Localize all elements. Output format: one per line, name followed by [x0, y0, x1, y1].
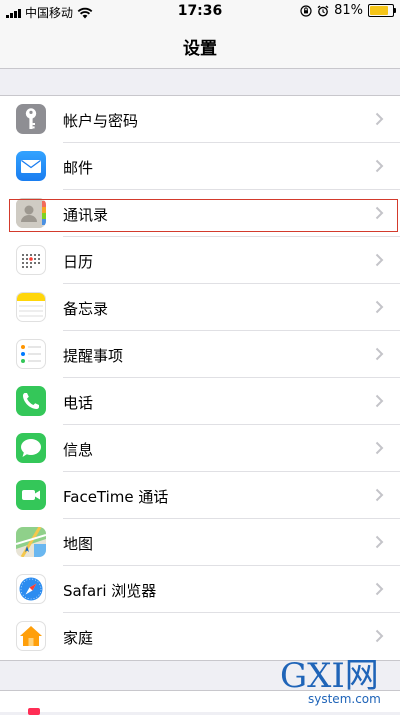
notes-icon: [16, 292, 46, 322]
chevron-right-icon: [375, 253, 384, 267]
settings-label: 日历: [63, 253, 94, 271]
settings-label: Safari 浏览器: [63, 582, 157, 600]
settings-label: 提醒事项: [63, 347, 124, 365]
chevron-right-icon: [375, 300, 384, 314]
settings-row-notes[interactable]: 备忘录: [0, 284, 400, 331]
settings-row-facetime[interactable]: FaceTime 通话: [0, 472, 400, 519]
settings-label: 家庭: [63, 629, 94, 647]
page-title: 设置: [183, 39, 217, 59]
status-bar: 中国移动 17:36 81%: [0, 0, 400, 24]
chevron-right-icon: [375, 535, 384, 549]
facetime-icon: [16, 480, 46, 510]
battery-icon: [368, 4, 396, 17]
chevron-right-icon: [375, 206, 384, 220]
reminders-icon: [16, 339, 46, 369]
chevron-right-icon: [375, 441, 384, 455]
watermark-site: system.com: [308, 692, 381, 706]
maps-icon: [16, 527, 46, 557]
chevron-right-icon: [375, 347, 384, 361]
settings-row-accounts[interactable]: 帐户与密码: [0, 96, 400, 143]
settings-label: 帐户与密码: [63, 112, 139, 130]
settings-list: 帐户与密码 邮件 通讯录 日历 备忘录 提醒事项 电话 信息 FaceTime …: [0, 95, 400, 661]
chevron-right-icon: [375, 159, 384, 173]
mail-icon: [16, 151, 46, 181]
partial-app-icon: [28, 708, 40, 715]
settings-label: FaceTime 通话: [63, 488, 169, 506]
settings-row-mail[interactable]: 邮件: [0, 143, 400, 190]
status-right: 81%: [300, 3, 396, 18]
settings-label: 信息: [63, 441, 94, 459]
settings-row-safari[interactable]: Safari 浏览器: [0, 566, 400, 613]
calendar-icon: [16, 245, 46, 275]
messages-icon: [16, 433, 46, 463]
watermark-logo: GXI网 system.com: [280, 656, 381, 706]
navigation-bar: 设置: [0, 24, 400, 69]
settings-label: 地图: [63, 535, 94, 553]
settings-label: 备忘录: [63, 300, 109, 318]
chevron-right-icon: [375, 629, 384, 643]
settings-row-messages[interactable]: 信息: [0, 425, 400, 472]
settings-row-phone[interactable]: 电话: [0, 378, 400, 425]
phone-icon: [16, 386, 46, 416]
settings-row-reminders[interactable]: 提醒事项: [0, 331, 400, 378]
key-icon: [16, 104, 46, 134]
rotation-lock-icon: [300, 4, 312, 17]
safari-icon: [16, 574, 46, 604]
alarm-icon: [317, 4, 329, 16]
settings-label: 邮件: [63, 159, 94, 177]
battery-percent: 81%: [334, 3, 363, 18]
settings-row-contacts[interactable]: 通讯录: [0, 190, 400, 237]
chevron-right-icon: [375, 112, 384, 126]
watermark-brand: GXI网: [280, 656, 379, 696]
settings-label: 电话: [63, 394, 94, 412]
chevron-right-icon: [375, 582, 384, 596]
battery-fill: [370, 6, 388, 15]
settings-row-calendar[interactable]: 日历: [0, 237, 400, 284]
settings-row-maps[interactable]: 地图: [0, 519, 400, 566]
chevron-right-icon: [375, 488, 384, 502]
contacts-icon: [16, 198, 46, 228]
chevron-right-icon: [375, 394, 384, 408]
settings-label: 通讯录: [63, 206, 109, 224]
home-icon: [16, 621, 46, 651]
